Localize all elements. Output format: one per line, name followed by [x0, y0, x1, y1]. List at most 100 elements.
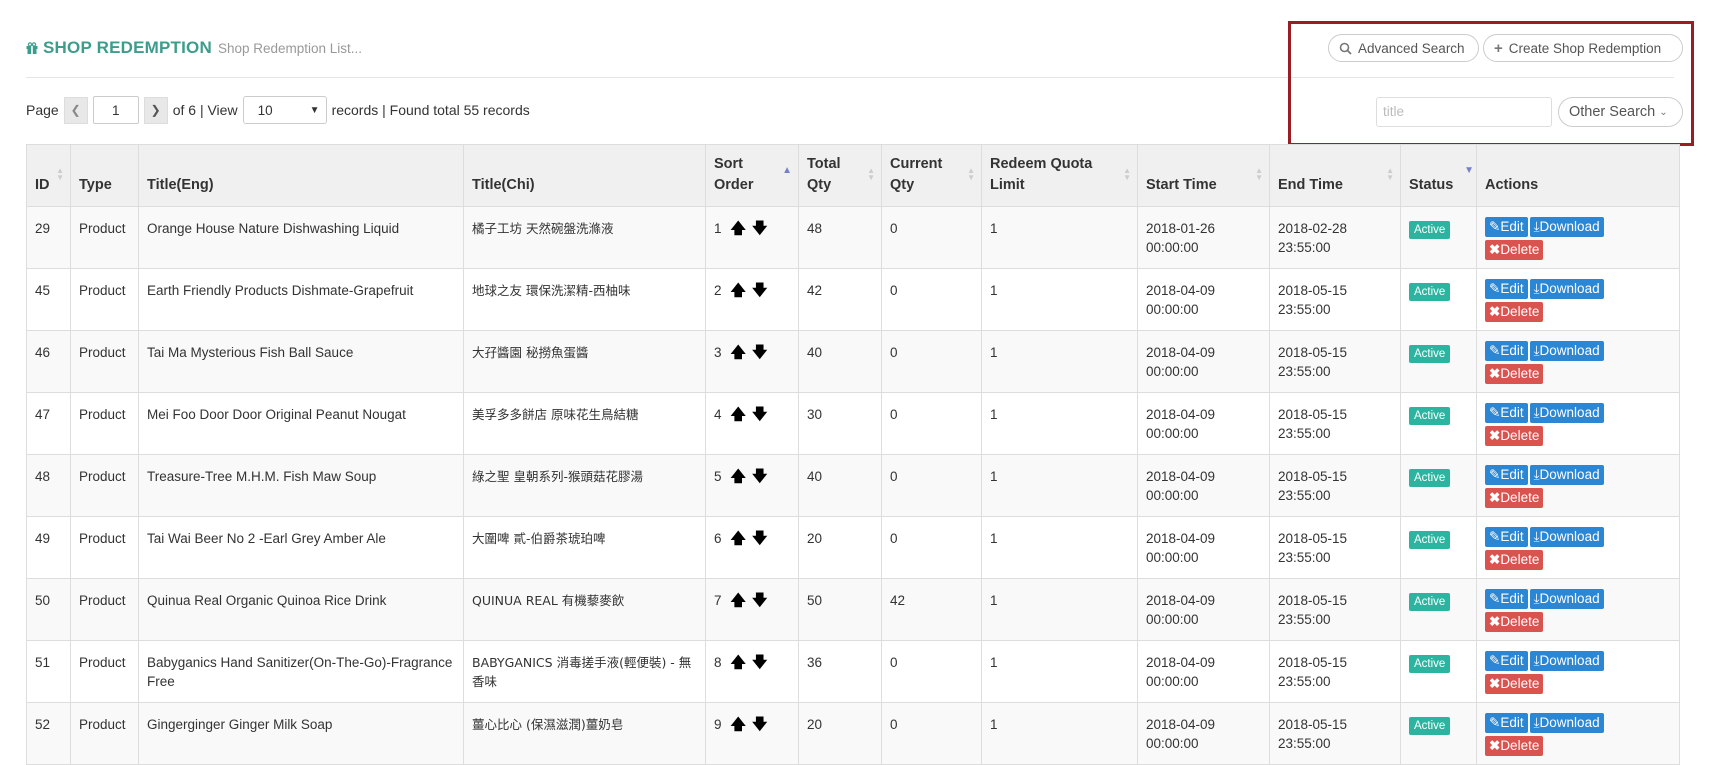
delete-button[interactable]: ✖Delete — [1485, 550, 1544, 570]
download-button[interactable]: ⤓Download — [1529, 341, 1604, 361]
column-header[interactable]: Total Qty ▲ ▼ — [798, 144, 882, 207]
delete-button[interactable]: ✖Delete — [1485, 488, 1544, 508]
move-up-icon[interactable]: 🡅 — [731, 654, 746, 671]
download-button[interactable]: ⤓Download — [1529, 465, 1604, 485]
cell-title-eng: Treasure-Tree M.H.M. Fish Maw Soup — [138, 454, 464, 517]
move-down-icon[interactable]: 🡇 — [752, 220, 767, 237]
edit-label: Edit — [1500, 653, 1524, 668]
page-subtitle: Shop Redemption List... — [217, 41, 363, 56]
move-up-icon[interactable]: 🡅 — [731, 220, 746, 237]
search-icon — [1339, 42, 1352, 55]
cell-title-chi: 薑心比心 (保濕滋潤)薑奶皂 — [463, 702, 706, 765]
delete-label: Delete — [1500, 552, 1540, 567]
title-search-input[interactable]: title — [1376, 97, 1552, 127]
redemption-table: ID ▲ ▼ Type Title(Eng) Title(Chi) Sort Ord… — [26, 144, 1680, 765]
sort-icon: ▲ ▼ — [967, 166, 975, 182]
move-up-icon[interactable]: 🡅 — [731, 468, 746, 485]
move-down-icon[interactable]: 🡇 — [752, 406, 767, 423]
cell-actions: ✎Edit ⤓Download ✖Delete — [1476, 454, 1680, 517]
move-up-icon[interactable]: 🡅 — [731, 530, 746, 547]
pencil-icon: ✎ — [1489, 405, 1501, 420]
next-page-button[interactable]: ❯ — [143, 96, 168, 124]
edit-button[interactable]: ✎Edit — [1485, 217, 1528, 237]
move-down-icon[interactable]: 🡇 — [752, 468, 767, 485]
move-up-icon[interactable]: 🡅 — [731, 592, 746, 609]
move-down-icon[interactable]: 🡇 — [752, 344, 767, 361]
column-header[interactable]: Start Time ▲ ▼ — [1137, 144, 1270, 207]
move-down-icon[interactable]: 🡇 — [752, 282, 767, 299]
edit-button[interactable]: ✎Edit — [1485, 589, 1528, 609]
download-button[interactable]: ⤓Download — [1529, 713, 1604, 733]
cell-current-qty: 0 — [881, 516, 982, 579]
cell-start-time: 2018-04-09 00:00:00 — [1137, 640, 1270, 703]
status-badge: Active — [1409, 345, 1451, 363]
gift-icon — [26, 42, 38, 54]
cell-type: Product — [70, 640, 139, 703]
close-icon: ✖ — [1489, 490, 1501, 505]
cell-sort-order: 1 🡅 🡇 — [705, 206, 799, 269]
download-button[interactable]: ⤓Download — [1529, 403, 1604, 423]
edit-button[interactable]: ✎Edit — [1485, 527, 1528, 547]
move-down-icon[interactable]: 🡇 — [752, 654, 767, 671]
move-down-icon[interactable]: 🡇 — [752, 592, 767, 609]
download-button[interactable]: ⤓Download — [1529, 651, 1604, 671]
column-header[interactable]: End Time ▲ ▼ — [1269, 144, 1401, 207]
delete-label: Delete — [1500, 614, 1540, 629]
move-up-icon[interactable]: 🡅 — [731, 716, 746, 733]
cell-id: 49 — [26, 516, 71, 579]
sort-order-value: 3 — [714, 345, 722, 360]
edit-button[interactable]: ✎Edit — [1485, 279, 1528, 299]
edit-button[interactable]: ✎Edit — [1485, 651, 1528, 671]
sort-order-value: 1 — [714, 221, 722, 236]
cell-actions: ✎Edit ⤓Download ✖Delete — [1476, 516, 1680, 579]
edit-button[interactable]: ✎Edit — [1485, 465, 1528, 485]
move-up-icon[interactable]: 🡅 — [731, 344, 746, 361]
prev-page-button[interactable]: ❮ — [63, 96, 88, 124]
close-icon: ✖ — [1489, 366, 1501, 381]
move-up-icon[interactable]: 🡅 — [731, 406, 746, 423]
page-number-input[interactable]: 1 — [92, 96, 139, 124]
delete-button[interactable]: ✖Delete — [1485, 736, 1544, 756]
edit-button[interactable]: ✎Edit — [1485, 713, 1528, 733]
close-icon: ✖ — [1489, 552, 1501, 567]
cell-title-eng: Mei Foo Door Door Original Peanut Nougat — [138, 392, 464, 455]
move-up-icon[interactable]: 🡅 — [731, 282, 746, 299]
delete-button[interactable]: ✖Delete — [1485, 302, 1544, 322]
page-of-text: of 6 | View — [172, 102, 238, 118]
column-header[interactable]: ID ▲ ▼ — [26, 144, 71, 207]
delete-button[interactable]: ✖Delete — [1485, 240, 1544, 260]
cell-type: Product — [70, 702, 139, 765]
download-button[interactable]: ⤓Download — [1529, 527, 1604, 547]
delete-button[interactable]: ✖Delete — [1485, 426, 1544, 446]
pencil-icon: ✎ — [1489, 529, 1501, 544]
cell-current-qty: 0 — [881, 702, 982, 765]
create-shop-redemption-button[interactable]: + Create Shop Redemption — [1483, 34, 1683, 62]
edit-button[interactable]: ✎Edit — [1485, 341, 1528, 361]
delete-button[interactable]: ✖Delete — [1485, 612, 1544, 632]
cell-title-eng: Gingerginger Ginger Milk Soap — [138, 702, 464, 765]
cell-id: 45 — [26, 268, 71, 331]
other-search-dropdown[interactable]: Other Search ⌄ — [1558, 97, 1683, 127]
download-button[interactable]: ⤓Download — [1529, 589, 1604, 609]
download-button[interactable]: ⤓Download — [1529, 279, 1604, 299]
move-down-icon[interactable]: 🡇 — [752, 530, 767, 547]
cell-title-chi: 大孖醬園 秘撈魚蛋醬 — [463, 330, 706, 393]
column-header[interactable]: Current Qty ▲ ▼ — [881, 144, 982, 207]
column-header[interactable]: Status ▼ — [1400, 144, 1477, 207]
edit-button[interactable]: ✎Edit — [1485, 403, 1528, 423]
download-label: Download — [1539, 529, 1600, 544]
delete-button[interactable]: ✖Delete — [1485, 364, 1544, 384]
status-badge: Active — [1409, 531, 1451, 549]
view-count-select[interactable]: 10 ▼ — [242, 96, 327, 124]
cell-title-chi: QUINUA REAL 有機藜麥飲 — [463, 578, 706, 641]
cell-status: Active — [1400, 454, 1477, 517]
cell-quota: 1 — [981, 454, 1138, 517]
move-down-icon[interactable]: 🡇 — [752, 716, 767, 733]
cell-start-time: 2018-04-09 00:00:00 — [1137, 578, 1270, 641]
column-header[interactable]: Sort Order ▲ — [705, 144, 799, 207]
column-header[interactable]: Redeem Quota Limit ▲ ▼ — [981, 144, 1138, 207]
delete-button[interactable]: ✖Delete — [1485, 674, 1544, 694]
download-button[interactable]: ⤓Download — [1529, 217, 1604, 237]
download-label: Download — [1539, 653, 1600, 668]
advanced-search-button[interactable]: Advanced Search — [1328, 34, 1479, 62]
